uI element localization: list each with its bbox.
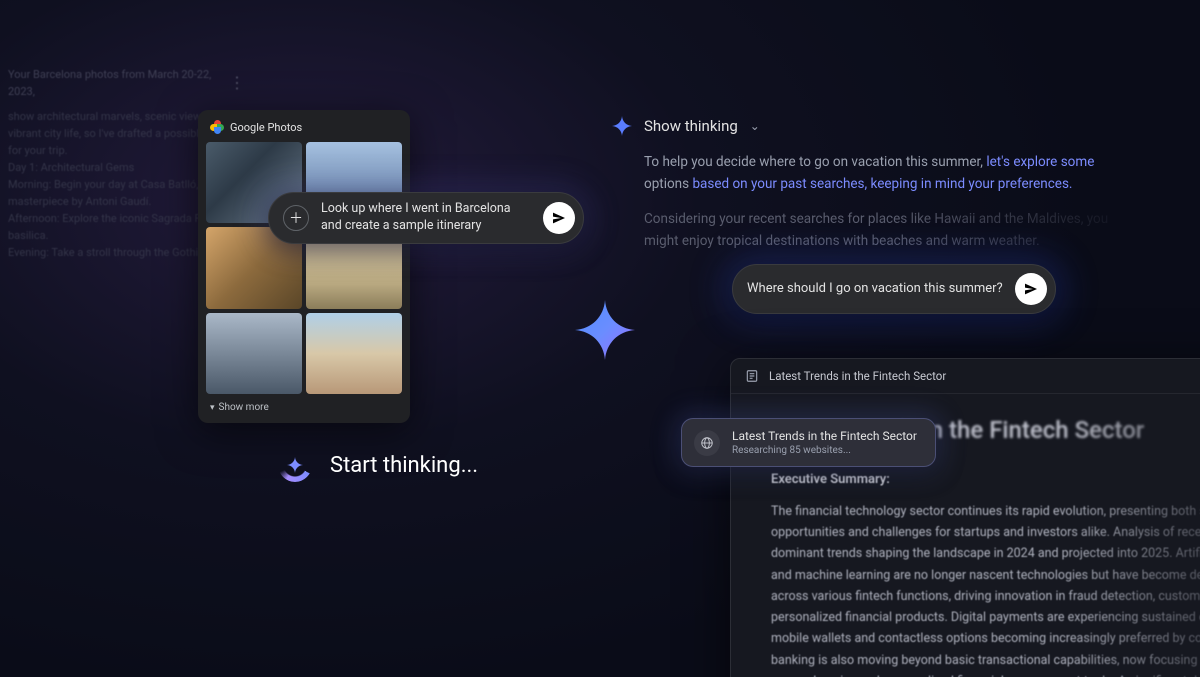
thinking-link[interactable]: based on your past searches, keeping in … — [692, 176, 1072, 192]
plus-icon[interactable]: ＋ — [283, 205, 309, 231]
document-text: The financial technology sector continue… — [771, 501, 1200, 677]
document-icon — [745, 369, 759, 383]
document-subheading: Executive Summary: — [771, 469, 1200, 491]
send-button[interactable] — [543, 202, 575, 234]
globe-icon — [694, 430, 720, 456]
chevron-down-icon: ▾ — [210, 403, 215, 413]
send-icon — [1023, 281, 1039, 297]
thinking-body-text: To help you decide where to go on vacati… — [612, 152, 1142, 252]
send-button[interactable] — [1015, 273, 1047, 305]
chevron-down-icon: ⌄ — [750, 119, 760, 133]
thinking-link[interactable]: let's explore some — [986, 154, 1094, 170]
more-icon[interactable]: ⋮ — [229, 71, 244, 96]
show-thinking-panel: Show thinking ⌄ To help you decide where… — [612, 116, 1160, 266]
document-window: Latest Trends in the Fintech Sector Late… — [730, 358, 1200, 677]
research-status: Researching 85 websites... — [732, 445, 917, 456]
show-more-button[interactable]: ▾ Show more — [206, 394, 402, 415]
document-titlebar: Latest Trends in the Fintech Sector — [731, 359, 1200, 394]
show-thinking-toggle[interactable]: Show thinking ⌄ — [612, 116, 1160, 136]
prompt-pill-barcelona[interactable]: ＋ Look up where I went in Barcelona and … — [268, 192, 584, 244]
gemini-star-icon — [575, 300, 635, 360]
google-photos-icon — [210, 120, 224, 134]
document-tab-title: Latest Trends in the Fintech Sector — [769, 369, 946, 383]
google-photos-header: Google Photos — [206, 118, 402, 142]
photo-thumbnail[interactable] — [206, 313, 302, 394]
send-icon — [551, 210, 567, 226]
research-title: Latest Trends in the Fintech Sector — [732, 429, 917, 443]
start-thinking-row: Start thinking... — [278, 448, 478, 482]
prompt-pill-vacation[interactable]: Where should I go on vacation this summe… — [732, 264, 1056, 314]
prompt-text: Look up where I went in Barcelona and cr… — [321, 201, 531, 235]
gemini-star-icon — [287, 457, 303, 473]
google-photos-card: Google Photos ▾ Show more — [198, 110, 410, 423]
photo-thumbnail[interactable] — [306, 313, 402, 394]
prompt-text: Where should I go on vacation this summe… — [747, 280, 1003, 298]
research-status-chip[interactable]: Latest Trends in the Fintech Sector Rese… — [681, 418, 936, 467]
gemini-star-icon — [612, 116, 632, 136]
start-thinking-label: Start thinking... — [330, 453, 478, 478]
